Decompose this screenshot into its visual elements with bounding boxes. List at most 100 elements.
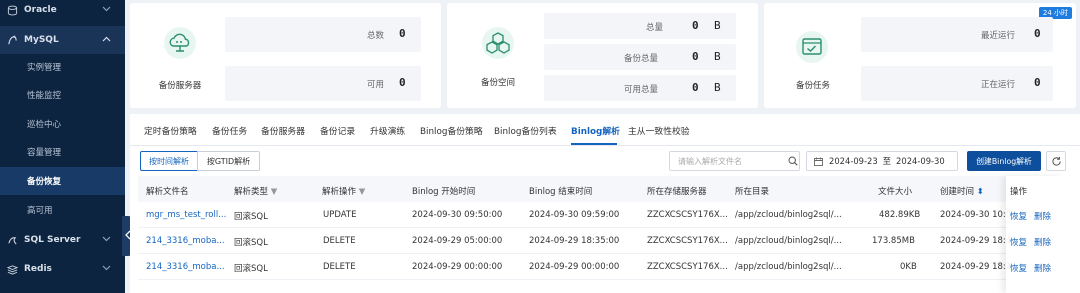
col-parse-op[interactable]: 解析操作 ▼ bbox=[322, 185, 365, 197]
cell-created: 2024-09-29 18:2 bbox=[940, 262, 1012, 272]
stat-value: 0 bbox=[1034, 27, 1041, 40]
stat-unit: B bbox=[714, 19, 721, 32]
tab-binlog-list[interactable]: Binlog备份列表 bbox=[494, 124, 557, 137]
tab-scheduled-policy[interactable]: 定时备份策略 bbox=[144, 124, 197, 137]
delete-link[interactable]: 删除 bbox=[1034, 210, 1051, 222]
search-input[interactable] bbox=[678, 156, 786, 166]
sidebar-item-redis[interactable]: Redis bbox=[0, 255, 125, 283]
space-total-stat: 总量 0 B bbox=[544, 13, 736, 39]
cell-start: 2024-09-29 00:00:00 bbox=[412, 262, 503, 272]
col-parse-type[interactable]: 解析类型 ▼ bbox=[234, 185, 277, 197]
sidebar: Oracle MySQL 实例管理 性能监控 巡检中心 容量管理 备份恢复 高可… bbox=[0, 0, 125, 293]
sidebar-subitem-instance[interactable]: 实例管理 bbox=[0, 53, 125, 81]
cell-server: ZZCXCSCSY176X... bbox=[647, 210, 728, 220]
cell-dir: /app/zcloud/binlog2sql/... bbox=[735, 236, 842, 246]
stat-label: 总量 bbox=[646, 23, 664, 33]
restore-link[interactable]: 恢复 bbox=[1010, 262, 1027, 274]
tab-binlog-policy[interactable]: Binlog备份策略 bbox=[420, 124, 483, 137]
sidebar-subitem-backup-restore[interactable]: 备份恢复 bbox=[0, 167, 125, 195]
main-panel: 定时备份策略 备份任务 备份服务器 备份记录 升级演练 Binlog备份策略 B… bbox=[130, 114, 1080, 293]
tab-bar: 定时备份策略 备份任务 备份服务器 备份记录 升级演练 Binlog备份策略 B… bbox=[130, 114, 1080, 146]
parse-by-time-toggle[interactable]: 按时间解析 bbox=[140, 151, 198, 171]
date-start: 2024-09-23 bbox=[829, 156, 878, 166]
delete-link[interactable]: 删除 bbox=[1034, 262, 1051, 274]
active-tab-indicator bbox=[571, 143, 617, 145]
delete-link[interactable]: 删除 bbox=[1034, 236, 1051, 248]
tab-backup-task[interactable]: 备份任务 bbox=[212, 124, 247, 137]
sidebar-item-mysql[interactable]: MySQL bbox=[0, 26, 125, 54]
tab-consistency-check[interactable]: 主从一致性校验 bbox=[628, 124, 690, 137]
stat-value: 0 bbox=[399, 27, 406, 40]
space-backup-stat: 备份总量 0 B bbox=[544, 44, 736, 70]
sidebar-subitem-ha[interactable]: 高可用 bbox=[0, 196, 125, 224]
restore-link[interactable]: 恢复 bbox=[1010, 210, 1027, 222]
table-row: 214_3316_moba... 回滚SQL DELETE 2024-09-29… bbox=[138, 228, 1064, 254]
filter-icon: ▼ bbox=[356, 187, 366, 197]
card-caption: 备份空间 bbox=[480, 78, 515, 88]
sqlserver-icon bbox=[6, 234, 18, 246]
cell-start: 2024-09-30 09:50:00 bbox=[412, 210, 503, 220]
sidebar-item-oracle[interactable]: Oracle bbox=[0, 0, 125, 24]
col-file-size: 文件大小 bbox=[878, 187, 913, 197]
backup-server-card: 备份服务器 总数 0 可用 0 bbox=[130, 3, 441, 108]
search-icon[interactable] bbox=[788, 156, 798, 166]
cell-server: ZZCXCSCSY176X... bbox=[647, 236, 728, 246]
refresh-button[interactable] bbox=[1046, 151, 1066, 171]
card-caption: 备份任务 bbox=[795, 81, 830, 91]
sidebar-subitem-capacity[interactable]: 容量管理 bbox=[0, 138, 125, 166]
cell-dir: /app/zcloud/binlog2sql/... bbox=[735, 210, 842, 220]
cell-size: 173.85MB bbox=[872, 236, 915, 246]
sidebar-item-sqlserver[interactable]: SQL Server bbox=[0, 226, 125, 254]
parse-filename-link[interactable]: mgr_ms_test_roll... bbox=[146, 210, 226, 220]
stat-label: 可用总量 bbox=[624, 85, 659, 95]
parse-by-gtid-toggle[interactable]: 按GTID解析 bbox=[197, 151, 260, 171]
stat-value: 0 bbox=[692, 50, 699, 63]
cell-end: 2024-09-29 00:00:00 bbox=[529, 262, 620, 272]
stat-value: 0 bbox=[692, 81, 699, 94]
sidebar-subitem-inspection[interactable]: 巡检中心 bbox=[0, 110, 125, 138]
cell-created: 2024-09-30 10:0 bbox=[940, 210, 1012, 220]
mysql-dolphin-icon bbox=[6, 34, 18, 46]
table-row: 214_3316_moba... 回滚SQL DELETE 2024-09-29… bbox=[138, 254, 1064, 280]
chevron-down-icon bbox=[102, 264, 111, 274]
sidebar-item-label: Oracle bbox=[24, 5, 57, 15]
stat-value: 0 bbox=[1034, 76, 1041, 89]
server-available-stat: 可用 0 bbox=[225, 66, 421, 101]
parse-filename-link[interactable]: 214_3316_moba... bbox=[146, 236, 225, 246]
stat-label: 正在运行 bbox=[981, 80, 1016, 90]
cell-type: 回滚SQL bbox=[234, 238, 268, 248]
tab-binlog-parse[interactable]: Binlog解析 bbox=[571, 124, 620, 137]
cell-end: 2024-09-29 18:35:00 bbox=[529, 236, 620, 246]
chevron-down-icon bbox=[102, 5, 111, 15]
tab-upgrade-drill[interactable]: 升级演练 bbox=[370, 124, 405, 137]
col-filename: 解析文件名 bbox=[146, 187, 189, 197]
create-binlog-parse-button[interactable]: 创建Binlog解析 bbox=[967, 151, 1041, 171]
cell-type: 回滚SQL bbox=[234, 212, 268, 222]
col-storage-server: 所在存储服务器 bbox=[647, 187, 707, 197]
tab-backup-record[interactable]: 备份记录 bbox=[320, 124, 355, 137]
restore-link[interactable]: 恢复 bbox=[1010, 236, 1027, 248]
server-total-stat: 总数 0 bbox=[225, 17, 421, 52]
sidebar-item-label: Redis bbox=[24, 264, 52, 274]
card-caption: 备份服务器 bbox=[158, 81, 202, 91]
operations-column: 操作 恢复 删除 恢复 删除 恢复 删除 bbox=[1006, 176, 1064, 293]
cloud-server-icon bbox=[162, 25, 198, 61]
redis-icon bbox=[6, 263, 18, 275]
date-separator: 至 bbox=[882, 156, 892, 166]
date-range-picker[interactable]: 2024-09-23 至 2024-09-30 bbox=[806, 151, 958, 171]
filter-icon: ▼ bbox=[268, 187, 278, 197]
parse-filename-link[interactable]: 214_3316_moba... bbox=[146, 262, 225, 272]
sort-icon: ⬍ bbox=[974, 187, 984, 197]
task-window-icon bbox=[794, 29, 830, 65]
col-operations: 操作 bbox=[1010, 187, 1028, 197]
filename-search bbox=[669, 151, 800, 171]
col-created-time[interactable]: 创建时间 ⬍ bbox=[940, 185, 984, 197]
tab-backup-server[interactable]: 备份服务器 bbox=[261, 124, 305, 137]
task-recent-stat: 最近运行 0 bbox=[861, 17, 1053, 52]
sidebar-item-label: SQL Server bbox=[24, 235, 81, 245]
sidebar-subitem-monitor[interactable]: 性能监控 bbox=[0, 81, 125, 109]
cell-start: 2024-09-29 05:00:00 bbox=[412, 236, 503, 246]
cell-size: 0KB bbox=[900, 262, 917, 272]
backup-task-card: 24 小时 备份任务 最近运行 0 正在运行 0 bbox=[764, 3, 1076, 108]
cell-type: 回滚SQL bbox=[234, 264, 268, 274]
